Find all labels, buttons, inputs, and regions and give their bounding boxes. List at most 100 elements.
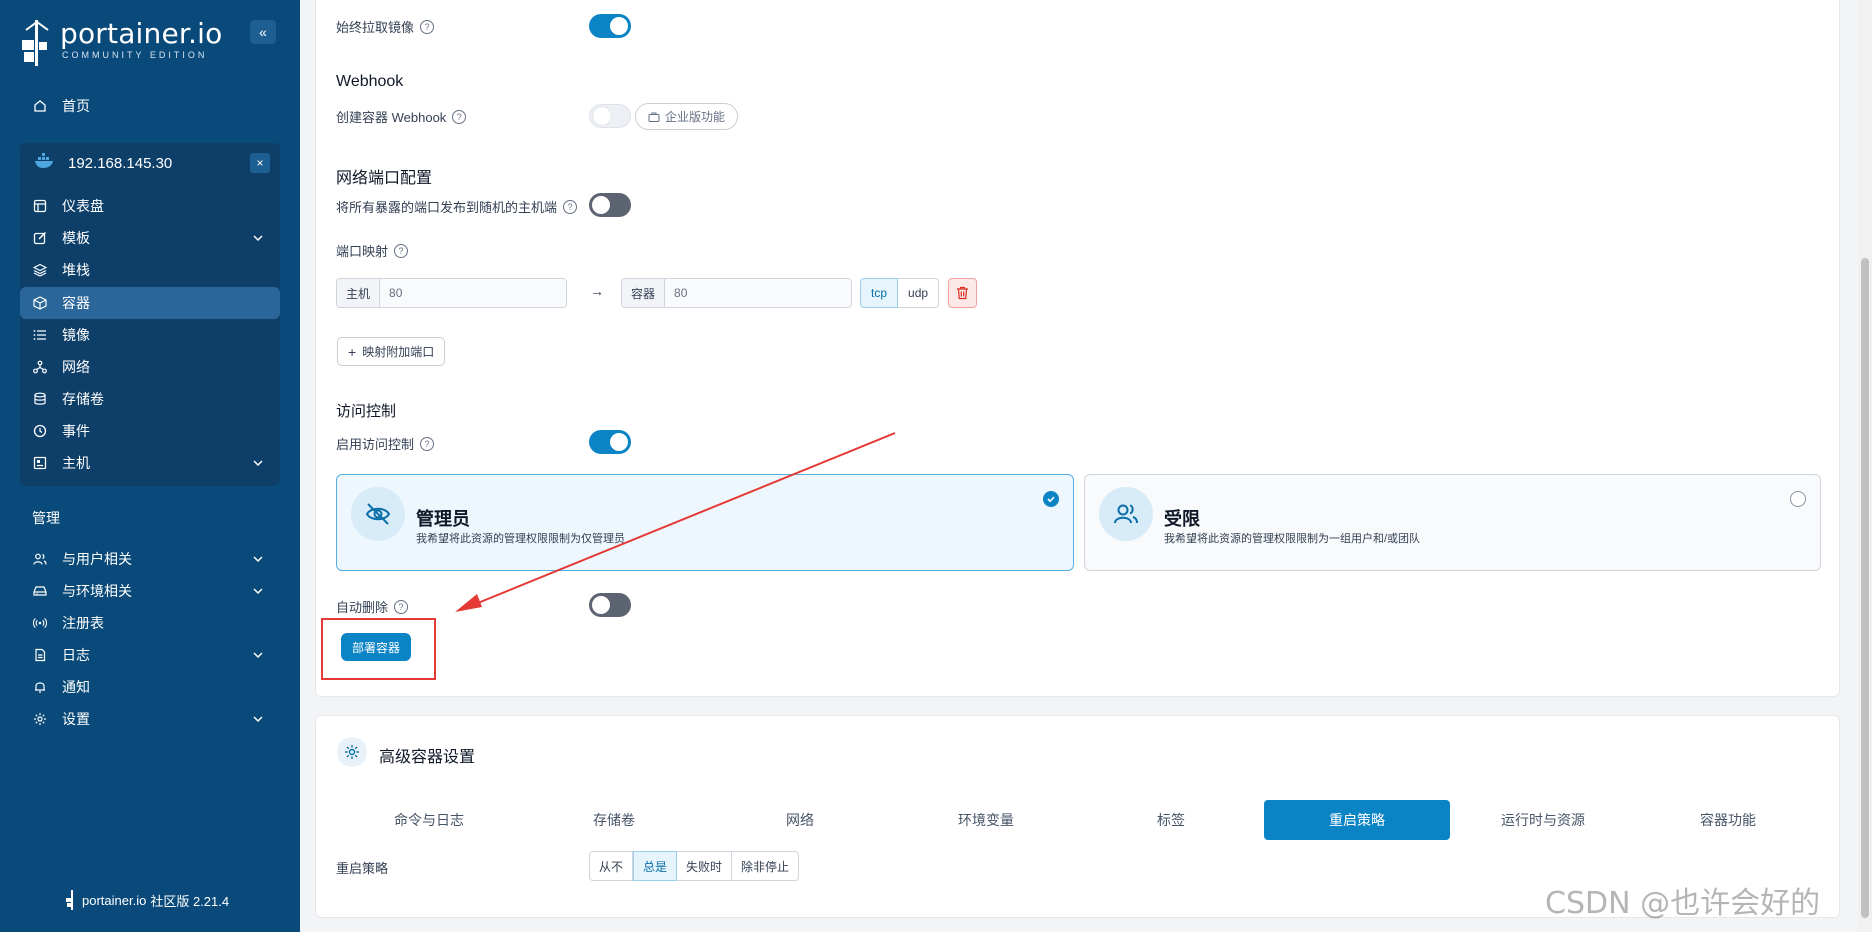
add-port-mapping-label: 映射附加端口: [362, 345, 435, 359]
container-port-input[interactable]: 容器 80: [621, 278, 852, 308]
auto-remove-toggle[interactable]: [589, 593, 631, 617]
sidebar-item-templates[interactable]: 模板: [20, 222, 280, 254]
annotation-highlight-box: [321, 618, 436, 680]
trash-icon: [957, 286, 968, 300]
sidebar-item-label: 与用户相关: [62, 551, 132, 567]
briefcase-icon: [648, 112, 660, 122]
sidebar-item-dashboard[interactable]: 仪表盘: [20, 190, 280, 222]
host-port-input[interactable]: 主机 80: [336, 278, 567, 308]
tab-command-logging[interactable]: 命令与日志: [336, 800, 522, 840]
restart-option-always[interactable]: 总是: [633, 851, 678, 881]
sidebar-item-users[interactable]: 与用户相关: [20, 543, 280, 575]
always-pull-text: 始终拉取镜像: [336, 20, 415, 35]
protocol-toggle: tcp udp: [860, 278, 940, 308]
sidebar-item-notifications[interactable]: 通知: [20, 671, 280, 703]
portainer-logo[interactable]: portainer.io COMMUNITY EDITION: [20, 18, 222, 68]
logo-edition: COMMUNITY EDITION: [62, 50, 208, 60]
chevron-down-icon: [252, 712, 264, 728]
help-icon[interactable]: ?: [420, 436, 435, 451]
tab-labels[interactable]: 标签: [1078, 800, 1264, 840]
publish-all-toggle[interactable]: [589, 193, 631, 217]
tab-volumes[interactable]: 存储卷: [521, 800, 707, 840]
chevron-down-icon: [252, 648, 264, 664]
restart-policy-label: 重启策略: [336, 861, 389, 876]
container-port-addon: 容器: [622, 279, 666, 307]
sidebar-item-logs[interactable]: 日志: [20, 639, 280, 671]
container-port-value[interactable]: 80: [665, 279, 851, 307]
environment-header[interactable]: 192.168.145.30: [20, 148, 280, 178]
access-administrators-option[interactable]: 管理员 我希望将此资源的管理权限限制为仅管理员: [336, 474, 1074, 571]
webhook-toggle: [589, 104, 631, 128]
file-icon: [32, 647, 48, 663]
sidebar-item-containers[interactable]: 容器: [20, 287, 280, 319]
tab-env[interactable]: 环境变量: [893, 800, 1079, 840]
tab-runtime-resources[interactable]: 运行时与资源: [1450, 800, 1636, 840]
sidebar-item-environments[interactable]: 与环境相关: [20, 575, 280, 607]
sidebar-item-registries[interactable]: 注册表: [20, 607, 280, 639]
always-pull-toggle[interactable]: [589, 14, 631, 38]
edit-icon: [32, 230, 48, 246]
access-restricted-option[interactable]: 受限 我希望将此资源的管理权限限制为一组用户和/或团队: [1084, 474, 1821, 571]
add-port-mapping-button[interactable]: + 映射附加端口: [337, 337, 446, 366]
network-icon: [32, 359, 48, 375]
help-icon[interactable]: ?: [394, 599, 409, 614]
help-icon[interactable]: ?: [452, 109, 467, 124]
remove-port-button[interactable]: [948, 278, 977, 308]
footer-version: 社区版 2.21.4: [150, 893, 230, 909]
docker-icon: [34, 153, 56, 173]
access-control-toggle[interactable]: [589, 430, 631, 454]
business-edition-badge[interactable]: 企业版功能: [635, 103, 739, 130]
tab-restart-policy[interactable]: 重启策略: [1264, 800, 1450, 840]
restart-option-unless-stopped[interactable]: 除非停止: [732, 851, 800, 881]
sidebar-item-host[interactable]: 主机: [20, 447, 280, 479]
sidebar-item-label: 仪表盘: [62, 198, 104, 214]
help-icon[interactable]: ?: [394, 243, 409, 258]
hard-drive-icon: [32, 583, 48, 599]
sidebar-footer: portainer.io 社区版 2.21.4: [66, 890, 229, 910]
sidebar-item-settings[interactable]: 设置: [20, 703, 280, 735]
publish-all-label: 将所有暴露的端口发布到随机的主机端 ?: [336, 197, 578, 216]
access-control-heading: 访问控制: [336, 403, 397, 420]
restart-option-never[interactable]: 从不: [589, 851, 634, 881]
check-icon: [1043, 491, 1059, 507]
sidebar-item-networks[interactable]: 网络: [20, 351, 280, 383]
help-icon[interactable]: ?: [563, 199, 578, 214]
portainer-small-icon: [66, 890, 73, 910]
sidebar-item-events[interactable]: 事件: [20, 415, 280, 447]
tab-capabilities[interactable]: 容器功能: [1635, 800, 1821, 840]
chevron-down-icon: [252, 231, 264, 247]
chevron-down-icon: [252, 552, 264, 568]
home-icon: [32, 98, 48, 114]
sidebar-item-stacks[interactable]: 堆栈: [20, 254, 280, 286]
sidebar-item-volumes[interactable]: 存储卷: [20, 383, 280, 415]
logo-name: portainer.io: [60, 17, 223, 50]
sidebar-item-images[interactable]: 镜像: [20, 319, 280, 351]
sidebar-item-label: 主机: [62, 455, 90, 471]
help-icon[interactable]: ?: [420, 19, 435, 34]
sidebar-item-label: 首页: [62, 98, 90, 114]
collapse-sidebar-button[interactable]: «: [250, 20, 276, 44]
webhook-heading: Webhook: [336, 73, 404, 90]
administrators-description: 我希望将此资源的管理权限限制为仅管理员: [416, 533, 625, 545]
watermark: CSDN @也许会好的: [1545, 886, 1821, 921]
protocol-tcp-button[interactable]: tcp: [860, 278, 899, 308]
host-port-value[interactable]: 80: [380, 279, 566, 307]
scrollbar-thumb[interactable]: [1861, 258, 1869, 918]
box-icon: [32, 295, 48, 311]
chevron-down-icon: [252, 456, 264, 472]
sidebar: portainer.io COMMUNITY EDITION « 首页 192.…: [0, 0, 300, 932]
footer-name: portainer.io: [82, 892, 147, 908]
environment-close-button[interactable]: ×: [250, 153, 270, 173]
restart-option-on-failure[interactable]: 失败时: [677, 851, 733, 881]
plus-icon: +: [348, 343, 357, 360]
auto-remove-text: 自动删除: [336, 600, 389, 615]
sidebar-item-label: 通知: [62, 679, 90, 695]
host-port-addon: 主机: [337, 279, 381, 307]
protocol-udp-button[interactable]: udp: [898, 278, 940, 308]
sidebar-item-label: 模板: [62, 230, 90, 246]
sidebar-item-home[interactable]: 首页: [20, 90, 280, 122]
layers-icon: [32, 262, 48, 278]
tab-network[interactable]: 网络: [707, 800, 893, 840]
access-control-text: 启用访问控制: [336, 437, 415, 452]
webhook-text: 创建容器 Webhook: [336, 110, 447, 125]
